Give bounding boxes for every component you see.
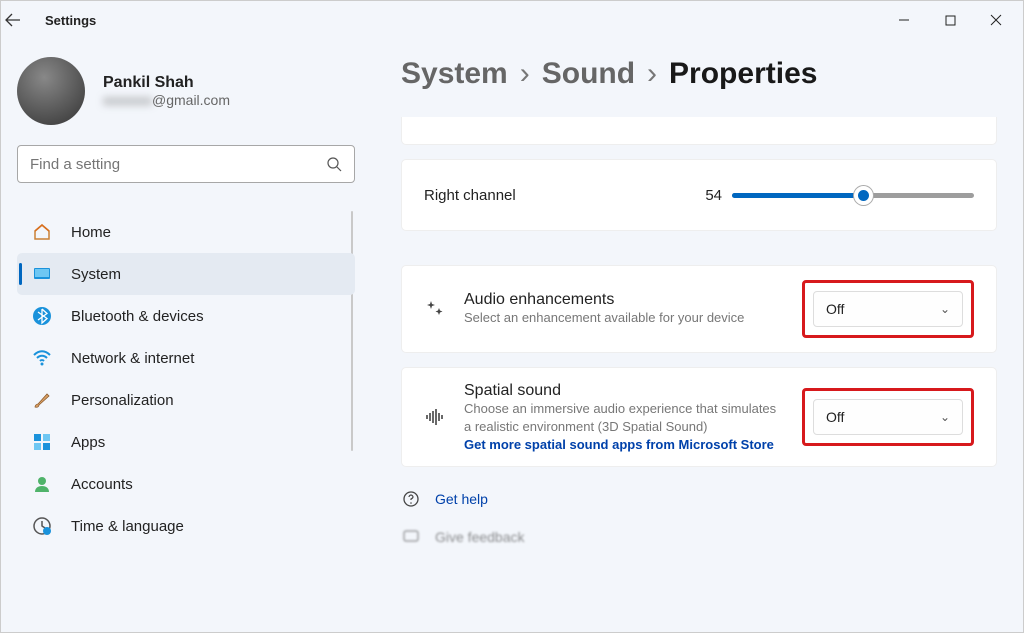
home-icon	[31, 221, 53, 243]
user-name: Pankil Shah	[103, 74, 230, 92]
nav-list: Home System Bluetooth & devices Network …	[17, 211, 355, 632]
search-icon	[327, 157, 342, 172]
help-icon	[401, 489, 421, 509]
spatial-store-link[interactable]: Get more spatial sound apps from Microso…	[464, 437, 784, 452]
search-input[interactable]	[30, 156, 327, 173]
system-icon	[31, 263, 53, 285]
right-channel-label: Right channel	[424, 187, 684, 204]
enhancements-highlight: Off ⌄	[802, 280, 974, 338]
breadcrumb-sound[interactable]: Sound	[542, 57, 635, 91]
sidebar-item-apps[interactable]: Apps	[17, 421, 355, 463]
chevron-down-icon: ⌄	[940, 410, 950, 424]
feedback-icon	[401, 527, 421, 547]
chevron-right-icon: ›	[520, 57, 530, 91]
channel-card-top-clip	[401, 117, 997, 145]
sidebar-item-label: Personalization	[71, 392, 174, 409]
apps-icon	[31, 431, 53, 453]
sidebar-item-label: Bluetooth & devices	[71, 308, 204, 325]
spatial-value: Off	[826, 409, 844, 425]
person-icon	[31, 473, 53, 495]
maximize-button[interactable]	[927, 4, 973, 36]
spatial-sound-card: Spatial sound Choose an immersive audio …	[401, 367, 997, 467]
sidebar-item-label: System	[71, 266, 121, 283]
maximize-icon	[945, 15, 956, 26]
breadcrumb: System › Sound › Properties	[401, 57, 997, 91]
close-button[interactable]	[973, 4, 1019, 36]
spatial-desc: Choose an immersive audio experience tha…	[464, 400, 784, 435]
user-email: xxxxxxx@gmail.com	[103, 92, 230, 108]
wifi-icon	[31, 347, 53, 369]
minimize-icon	[898, 14, 910, 26]
sidebar-item-label: Home	[71, 224, 111, 241]
breadcrumb-system[interactable]: System	[401, 57, 508, 91]
give-feedback-label: Give feedback	[435, 529, 525, 545]
slider-thumb[interactable]	[854, 186, 873, 205]
get-help-link[interactable]: Get help	[401, 489, 997, 509]
avatar	[17, 57, 85, 125]
sidebar-item-home[interactable]: Home	[17, 211, 355, 253]
back-button[interactable]	[5, 12, 45, 28]
arrow-left-icon	[5, 12, 21, 28]
spatial-title: Spatial sound	[464, 382, 784, 400]
soundwave-icon	[424, 406, 446, 428]
spatial-highlight: Off ⌄	[802, 388, 974, 446]
enhancements-desc: Select an enhancement available for your…	[464, 309, 784, 327]
enhancements-dropdown[interactable]: Off ⌄	[813, 291, 963, 327]
sidebar-item-accounts[interactable]: Accounts	[17, 463, 355, 505]
get-help-label: Get help	[435, 491, 488, 507]
sidebar-item-bluetooth[interactable]: Bluetooth & devices	[17, 295, 355, 337]
sidebar-item-network[interactable]: Network & internet	[17, 337, 355, 379]
sidebar-item-label: Accounts	[71, 476, 133, 493]
sidebar-item-time-language[interactable]: Time & language	[17, 505, 355, 547]
brush-icon	[31, 389, 53, 411]
minimize-button[interactable]	[881, 4, 927, 36]
right-channel-slider[interactable]	[732, 185, 974, 205]
clock-icon	[31, 515, 53, 537]
enhancements-value: Off	[826, 301, 844, 317]
chevron-down-icon: ⌄	[940, 302, 950, 316]
audio-enhancements-card: Audio enhancements Select an enhancement…	[401, 265, 997, 353]
enhancements-title: Audio enhancements	[464, 291, 784, 309]
sidebar-item-label: Apps	[71, 434, 105, 451]
sparkle-icon	[424, 298, 446, 320]
chevron-right-icon: ›	[647, 57, 657, 91]
give-feedback-link[interactable]: Give feedback	[401, 527, 997, 547]
help-links: Get help Give feedback	[401, 489, 997, 547]
close-icon	[990, 14, 1002, 26]
search-box[interactable]	[17, 145, 355, 183]
sidebar-item-label: Network & internet	[71, 350, 194, 367]
sidebar-item-label: Time & language	[71, 518, 184, 535]
channel-card: Right channel 54	[401, 159, 997, 231]
titlebar: Settings	[1, 1, 1023, 39]
bluetooth-icon	[31, 305, 53, 327]
user-card[interactable]: Pankil Shah xxxxxxx@gmail.com	[17, 57, 355, 125]
breadcrumb-current: Properties	[669, 57, 817, 91]
spatial-dropdown[interactable]: Off ⌄	[813, 399, 963, 435]
sidebar-item-personalization[interactable]: Personalization	[17, 379, 355, 421]
main-content: System › Sound › Properties Right channe…	[371, 39, 1023, 632]
sidebar: Pankil Shah xxxxxxx@gmail.com Home Syste…	[1, 39, 371, 632]
right-channel-value: 54	[684, 187, 722, 204]
sidebar-item-system[interactable]: System	[17, 253, 355, 295]
app-title: Settings	[45, 13, 96, 28]
